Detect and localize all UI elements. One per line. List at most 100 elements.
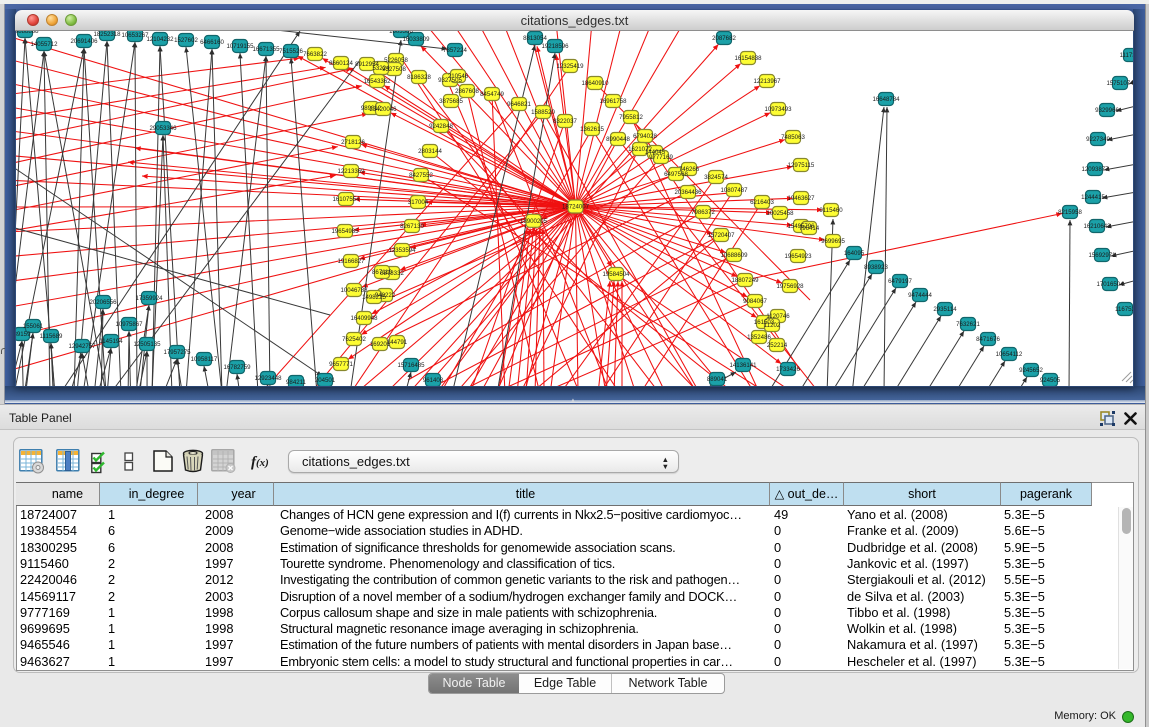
svg-text:9115460: 9115460 — [819, 207, 843, 214]
svg-text:1120746: 1120746 — [766, 313, 790, 320]
svg-text:16409948: 16409948 — [350, 315, 378, 322]
svg-text:8990448: 8990448 — [606, 136, 630, 143]
svg-text:169201: 169201 — [370, 341, 391, 348]
svg-text:8186328: 8186328 — [407, 74, 431, 81]
svg-text:9245652: 9245652 — [1019, 367, 1043, 374]
svg-text:1244415: 1244415 — [1081, 194, 1105, 201]
svg-text:7632621: 7632621 — [956, 321, 980, 328]
svg-text:8454749: 8454749 — [480, 91, 504, 98]
svg-text:1115689: 1115689 — [40, 333, 63, 340]
svg-text:10025458: 10025458 — [766, 210, 794, 217]
svg-text:8322037: 8322037 — [553, 118, 577, 125]
svg-text:5226058: 5226058 — [384, 57, 408, 64]
svg-text:12104232: 12104232 — [146, 36, 174, 43]
svg-text:924505: 924505 — [1040, 377, 1061, 384]
svg-text:8267130: 8267130 — [400, 223, 424, 230]
svg-text:1588520: 1588520 — [531, 109, 555, 116]
svg-text:7857224: 7857224 — [443, 47, 467, 54]
svg-text:16782759: 16782759 — [223, 364, 251, 371]
svg-text:10688609: 10688609 — [720, 252, 748, 259]
svg-text:18640910: 18640910 — [581, 80, 609, 87]
svg-text:16671355: 16671355 — [252, 46, 280, 53]
svg-text:9084067: 9084067 — [743, 298, 767, 305]
svg-text:317004: 317004 — [408, 199, 429, 206]
svg-text:9474444: 9474444 — [908, 292, 932, 299]
svg-text:17957275: 17957275 — [163, 349, 191, 356]
svg-text:18252318: 18252318 — [93, 31, 121, 38]
svg-text:984211: 984211 — [286, 379, 306, 386]
svg-text:2718126: 2718126 — [341, 139, 365, 146]
svg-text:8427552: 8427552 — [409, 172, 433, 179]
svg-text:20206556: 20206556 — [89, 299, 117, 306]
svg-text:19756928: 19756928 — [776, 283, 804, 290]
svg-text:12505135: 12505135 — [133, 341, 161, 348]
svg-text:17016504: 17016504 — [1096, 281, 1124, 288]
svg-text:10975867: 10975867 — [115, 321, 143, 328]
svg-text:7515526: 7515526 — [279, 48, 303, 55]
svg-text:12325419: 12325419 — [556, 63, 584, 70]
svg-text:1145194: 1145194 — [99, 338, 123, 345]
svg-text:2867608: 2867608 — [455, 88, 479, 95]
svg-text:9227349: 9227349 — [1086, 136, 1110, 143]
svg-text:53224: 53224 — [373, 65, 391, 72]
svg-text:116753: 116753 — [1115, 306, 1133, 313]
svg-text:9329966: 9329966 — [1095, 107, 1119, 114]
svg-text:8660124: 8660124 — [329, 60, 353, 67]
svg-text:9777169: 9777169 — [649, 154, 673, 161]
svg-text:17359924: 17359924 — [135, 295, 163, 302]
svg-text:20364436: 20364436 — [674, 189, 702, 196]
svg-text:1117333: 1117333 — [1120, 52, 1133, 59]
svg-text:8471676: 8471676 — [976, 336, 1000, 343]
svg-text:14055712: 14055712 — [30, 41, 58, 48]
svg-text:9699695: 9699695 — [821, 238, 845, 245]
svg-text:12942757: 12942757 — [68, 343, 96, 350]
svg-text:204501: 204501 — [315, 377, 336, 384]
svg-text:1733426: 1733426 — [776, 366, 800, 373]
svg-text:11202: 11202 — [764, 322, 781, 329]
svg-text:2087682: 2087682 — [712, 35, 736, 42]
svg-text:19584504: 19584504 — [602, 271, 630, 278]
svg-text:16210643: 16210643 — [1083, 223, 1111, 230]
svg-text:10958117: 10958117 — [191, 356, 218, 363]
svg-text:6479197: 6479197 — [888, 278, 912, 285]
svg-text:3875685: 3875685 — [439, 98, 463, 105]
svg-text:155061: 155061 — [23, 323, 44, 330]
svg-text:1527602: 1527602 — [174, 37, 198, 44]
svg-text:252214: 252214 — [767, 342, 788, 349]
svg-text:746266: 746266 — [679, 166, 700, 173]
svg-text:7955812: 7955812 — [619, 114, 643, 121]
svg-text:12353594: 12353594 — [388, 247, 416, 254]
svg-text:19888888: 19888888 — [16, 31, 39, 35]
svg-text:164095: 164095 — [844, 250, 865, 257]
svg-text:19166827: 19166827 — [337, 258, 365, 265]
svg-text:12923448: 12923448 — [254, 375, 282, 382]
svg-text:16961758: 16961758 — [599, 98, 627, 105]
svg-text:10654112: 10654112 — [996, 351, 1023, 358]
svg-text:8938923: 8938923 — [864, 264, 888, 271]
svg-text:16154838: 16154838 — [734, 55, 762, 62]
svg-text:796414: 796414 — [799, 225, 820, 232]
svg-text:16033809: 16033809 — [402, 36, 430, 43]
svg-text:15751074: 15751074 — [1106, 80, 1133, 87]
svg-text:10973493: 10973493 — [764, 106, 792, 113]
svg-text:7485063: 7485063 — [781, 134, 805, 141]
svg-text:15716485: 15716485 — [397, 362, 425, 369]
svg-text:6466160: 6466160 — [200, 39, 224, 46]
svg-text:7663822: 7663822 — [303, 51, 327, 58]
svg-text:6216403: 6216403 — [750, 199, 774, 206]
svg-text:10653267: 10653267 — [121, 32, 149, 39]
svg-text:15720407: 15720407 — [707, 232, 735, 239]
svg-text:961408: 961408 — [423, 377, 444, 384]
svg-text:8813054: 8813054 — [523, 35, 547, 42]
svg-text:9646821: 9646821 — [507, 101, 531, 108]
svg-text:10719155: 10719155 — [226, 43, 254, 50]
svg-text:2935114: 2935114 — [933, 306, 957, 313]
svg-text:7625402: 7625402 — [342, 336, 366, 343]
svg-text:1603388: 1603388 — [389, 31, 413, 35]
svg-text:1498225: 1498225 — [362, 294, 386, 301]
svg-text:12093877: 12093877 — [1081, 166, 1109, 173]
svg-text:18724007: 18724007 — [562, 204, 590, 211]
svg-text:9657771: 9657771 — [329, 361, 353, 368]
svg-text:3824574: 3824574 — [704, 174, 728, 181]
svg-text:20691406: 20691406 — [70, 38, 98, 45]
